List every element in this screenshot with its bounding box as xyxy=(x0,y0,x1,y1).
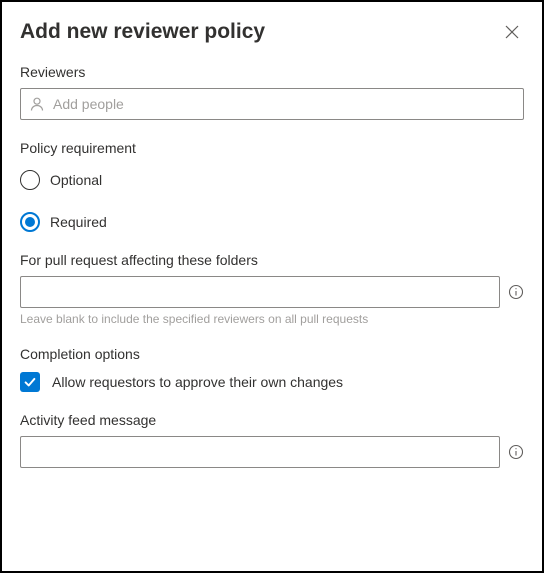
radio-required[interactable]: Required xyxy=(20,212,524,232)
completion-section: Completion options Allow requestors to a… xyxy=(20,346,524,392)
activity-feed-label: Activity feed message xyxy=(20,412,524,428)
activity-feed-input[interactable] xyxy=(20,436,500,468)
radio-icon-checked xyxy=(20,212,40,232)
reviewer-policy-panel: Add new reviewer policy Reviewers Policy… xyxy=(0,0,544,573)
reviewers-input[interactable] xyxy=(53,96,515,112)
policy-requirement-radiogroup: Optional Required xyxy=(20,170,524,232)
radio-inner-dot xyxy=(25,217,35,227)
completion-label: Completion options xyxy=(20,346,524,362)
folders-section: For pull request affecting these folders… xyxy=(20,252,524,326)
allow-self-approve-checkbox-row[interactable]: Allow requestors to approve their own ch… xyxy=(20,372,524,392)
folders-helper-text: Leave blank to include the specified rev… xyxy=(20,312,524,326)
reviewers-label: Reviewers xyxy=(20,64,524,80)
reviewers-input-wrapper[interactable] xyxy=(20,88,524,120)
radio-optional[interactable]: Optional xyxy=(20,170,524,190)
checkbox-checked-icon xyxy=(20,372,40,392)
policy-requirement-label: Policy requirement xyxy=(20,140,524,156)
person-icon xyxy=(29,96,45,112)
radio-required-label: Required xyxy=(50,214,107,230)
allow-self-approve-label: Allow requestors to approve their own ch… xyxy=(52,374,343,390)
reviewers-section: Reviewers xyxy=(20,64,524,120)
info-icon[interactable] xyxy=(508,284,524,300)
info-icon[interactable] xyxy=(508,444,524,460)
radio-optional-label: Optional xyxy=(50,172,102,188)
folders-input[interactable] xyxy=(20,276,500,308)
activity-feed-section: Activity feed message xyxy=(20,412,524,468)
activity-feed-row xyxy=(20,436,524,468)
policy-requirement-section: Policy requirement Optional Required xyxy=(20,140,524,232)
folders-row xyxy=(20,276,524,308)
close-button[interactable] xyxy=(500,20,524,44)
panel-title: Add new reviewer policy xyxy=(20,20,265,44)
panel-header: Add new reviewer policy xyxy=(20,20,524,44)
radio-icon-unchecked xyxy=(20,170,40,190)
close-icon xyxy=(504,24,520,40)
folders-label: For pull request affecting these folders xyxy=(20,252,524,268)
